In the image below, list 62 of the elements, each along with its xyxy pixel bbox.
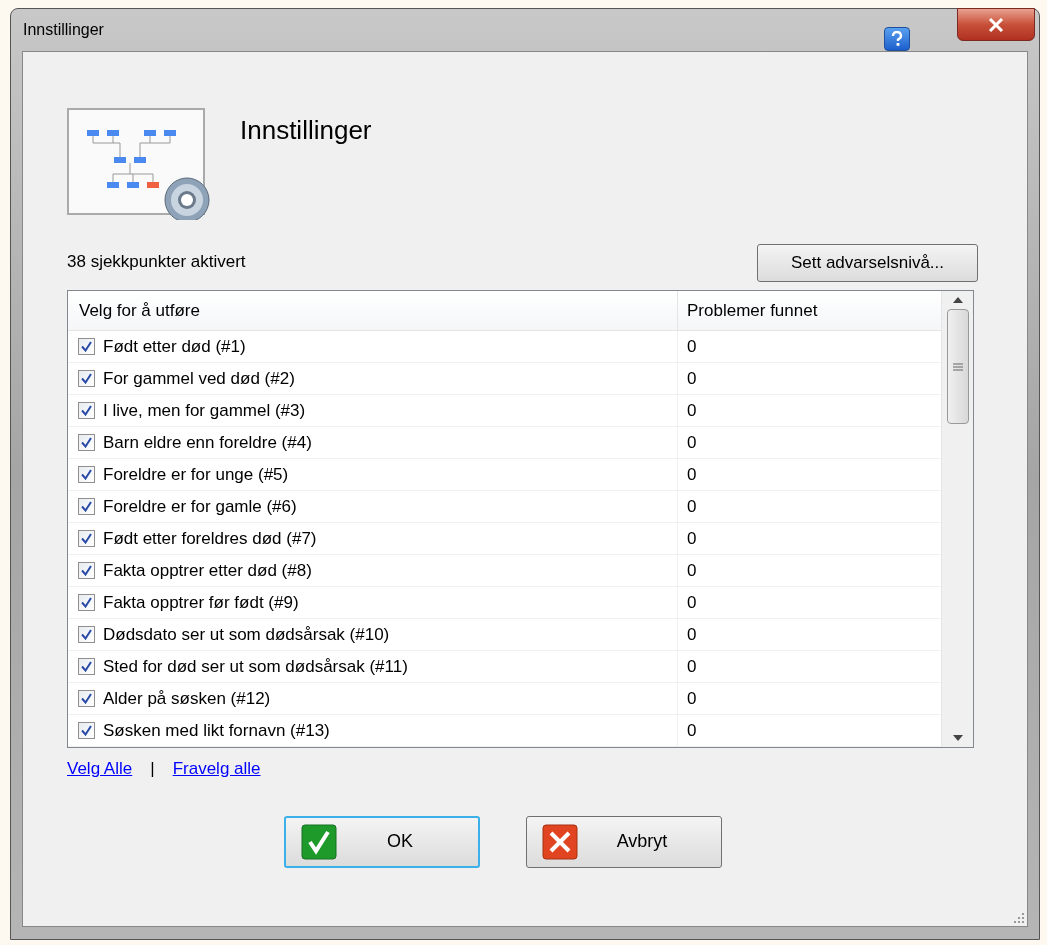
problem-count: 0 — [687, 687, 697, 710]
problem-count: 0 — [687, 623, 697, 646]
resize-grip-icon[interactable] — [1013, 912, 1025, 924]
checkbox[interactable] — [78, 594, 95, 611]
problem-count: 0 — [687, 367, 697, 390]
ok-button[interactable]: OK — [284, 815, 480, 868]
scroll-thumb[interactable] — [946, 309, 969, 424]
column-header[interactable]: Problemer funnet — [678, 291, 941, 330]
cancel-x-icon — [542, 823, 578, 860]
problem-count: 0 — [687, 559, 697, 582]
cancel-button[interactable]: Avbryt — [526, 815, 722, 868]
scroll-up-icon[interactable] — [952, 297, 963, 303]
scrollbar[interactable] — [941, 291, 973, 747]
window-title: Innstillinger — [23, 20, 104, 40]
deselect-all-link[interactable]: Fravelg alle — [172, 756, 261, 782]
checkbox[interactable] — [78, 338, 95, 355]
checkpoint-label: Fakta opptrer før født (#9) — [103, 591, 299, 614]
checkbox[interactable] — [78, 370, 95, 387]
checkpoint-label: Født etter død (#1) — [103, 335, 246, 358]
checkpoint-label: Sted for død ser ut som dødsårsak (#11) — [103, 655, 408, 678]
help-icon — [891, 31, 903, 47]
checkbox[interactable] — [78, 562, 95, 579]
close-icon — [988, 17, 1004, 32]
checkbox[interactable] — [78, 466, 95, 483]
checkpoint-label: Søsken med likt fornavn (#13) — [103, 719, 330, 742]
checkbox[interactable] — [78, 498, 95, 515]
checkbox[interactable] — [78, 658, 95, 675]
scroll-down-icon[interactable] — [952, 735, 963, 741]
checkpoint-label: Foreldre er for unge (#5) — [103, 463, 289, 486]
checkpoint-label: Fakta opptrer etter død (#8) — [103, 559, 312, 582]
help-button[interactable] — [884, 27, 910, 51]
warning-level-button[interactable]: Sett advarselsnivå... — [757, 244, 978, 282]
problem-count: 0 — [687, 527, 697, 550]
checkpoint-label: For gammel ved død (#2) — [103, 367, 295, 390]
checkbox[interactable] — [78, 722, 95, 739]
checkbox[interactable] — [78, 626, 95, 643]
problem-count: 0 — [687, 655, 697, 678]
summary-text: 38 sjekkpunkter aktivert — [67, 250, 246, 273]
checkbox[interactable] — [78, 402, 95, 419]
checkpoint-label: Dødsdato ser ut som dødsårsak (#10) — [103, 623, 390, 646]
column-header[interactable]: Velg for å utføre — [68, 291, 678, 330]
checkbox[interactable] — [78, 690, 95, 707]
problem-count: 0 — [687, 431, 697, 454]
select-all-link[interactable]: Velg Alle — [67, 756, 133, 782]
dialog-heading: Innstillinger — [240, 114, 372, 147]
checkpoint-label: Født etter foreldres død (#7) — [103, 527, 317, 550]
link-separator: | — [150, 758, 155, 780]
problem-count: 0 — [687, 719, 697, 742]
checkmark-icon — [301, 823, 337, 860]
checkpoint-label: Barn eldre enn foreldre (#4) — [103, 431, 312, 454]
checkpoint-label: Foreldre er for gamle (#6) — [103, 495, 297, 518]
grip-icon — [952, 362, 963, 371]
problem-count: 0 — [687, 335, 697, 358]
problem-count: 0 — [687, 463, 697, 486]
problem-count: 0 — [687, 591, 697, 614]
problem-count: 0 — [687, 495, 697, 518]
checkbox[interactable] — [78, 530, 95, 547]
problem-count: 0 — [687, 399, 697, 422]
checkpoint-label: Alder på søsken (#12) — [103, 687, 271, 710]
checkpoint-label: I live, men for gammel (#3) — [103, 399, 306, 422]
close-button[interactable] — [957, 8, 1035, 41]
checkbox[interactable] — [78, 434, 95, 451]
